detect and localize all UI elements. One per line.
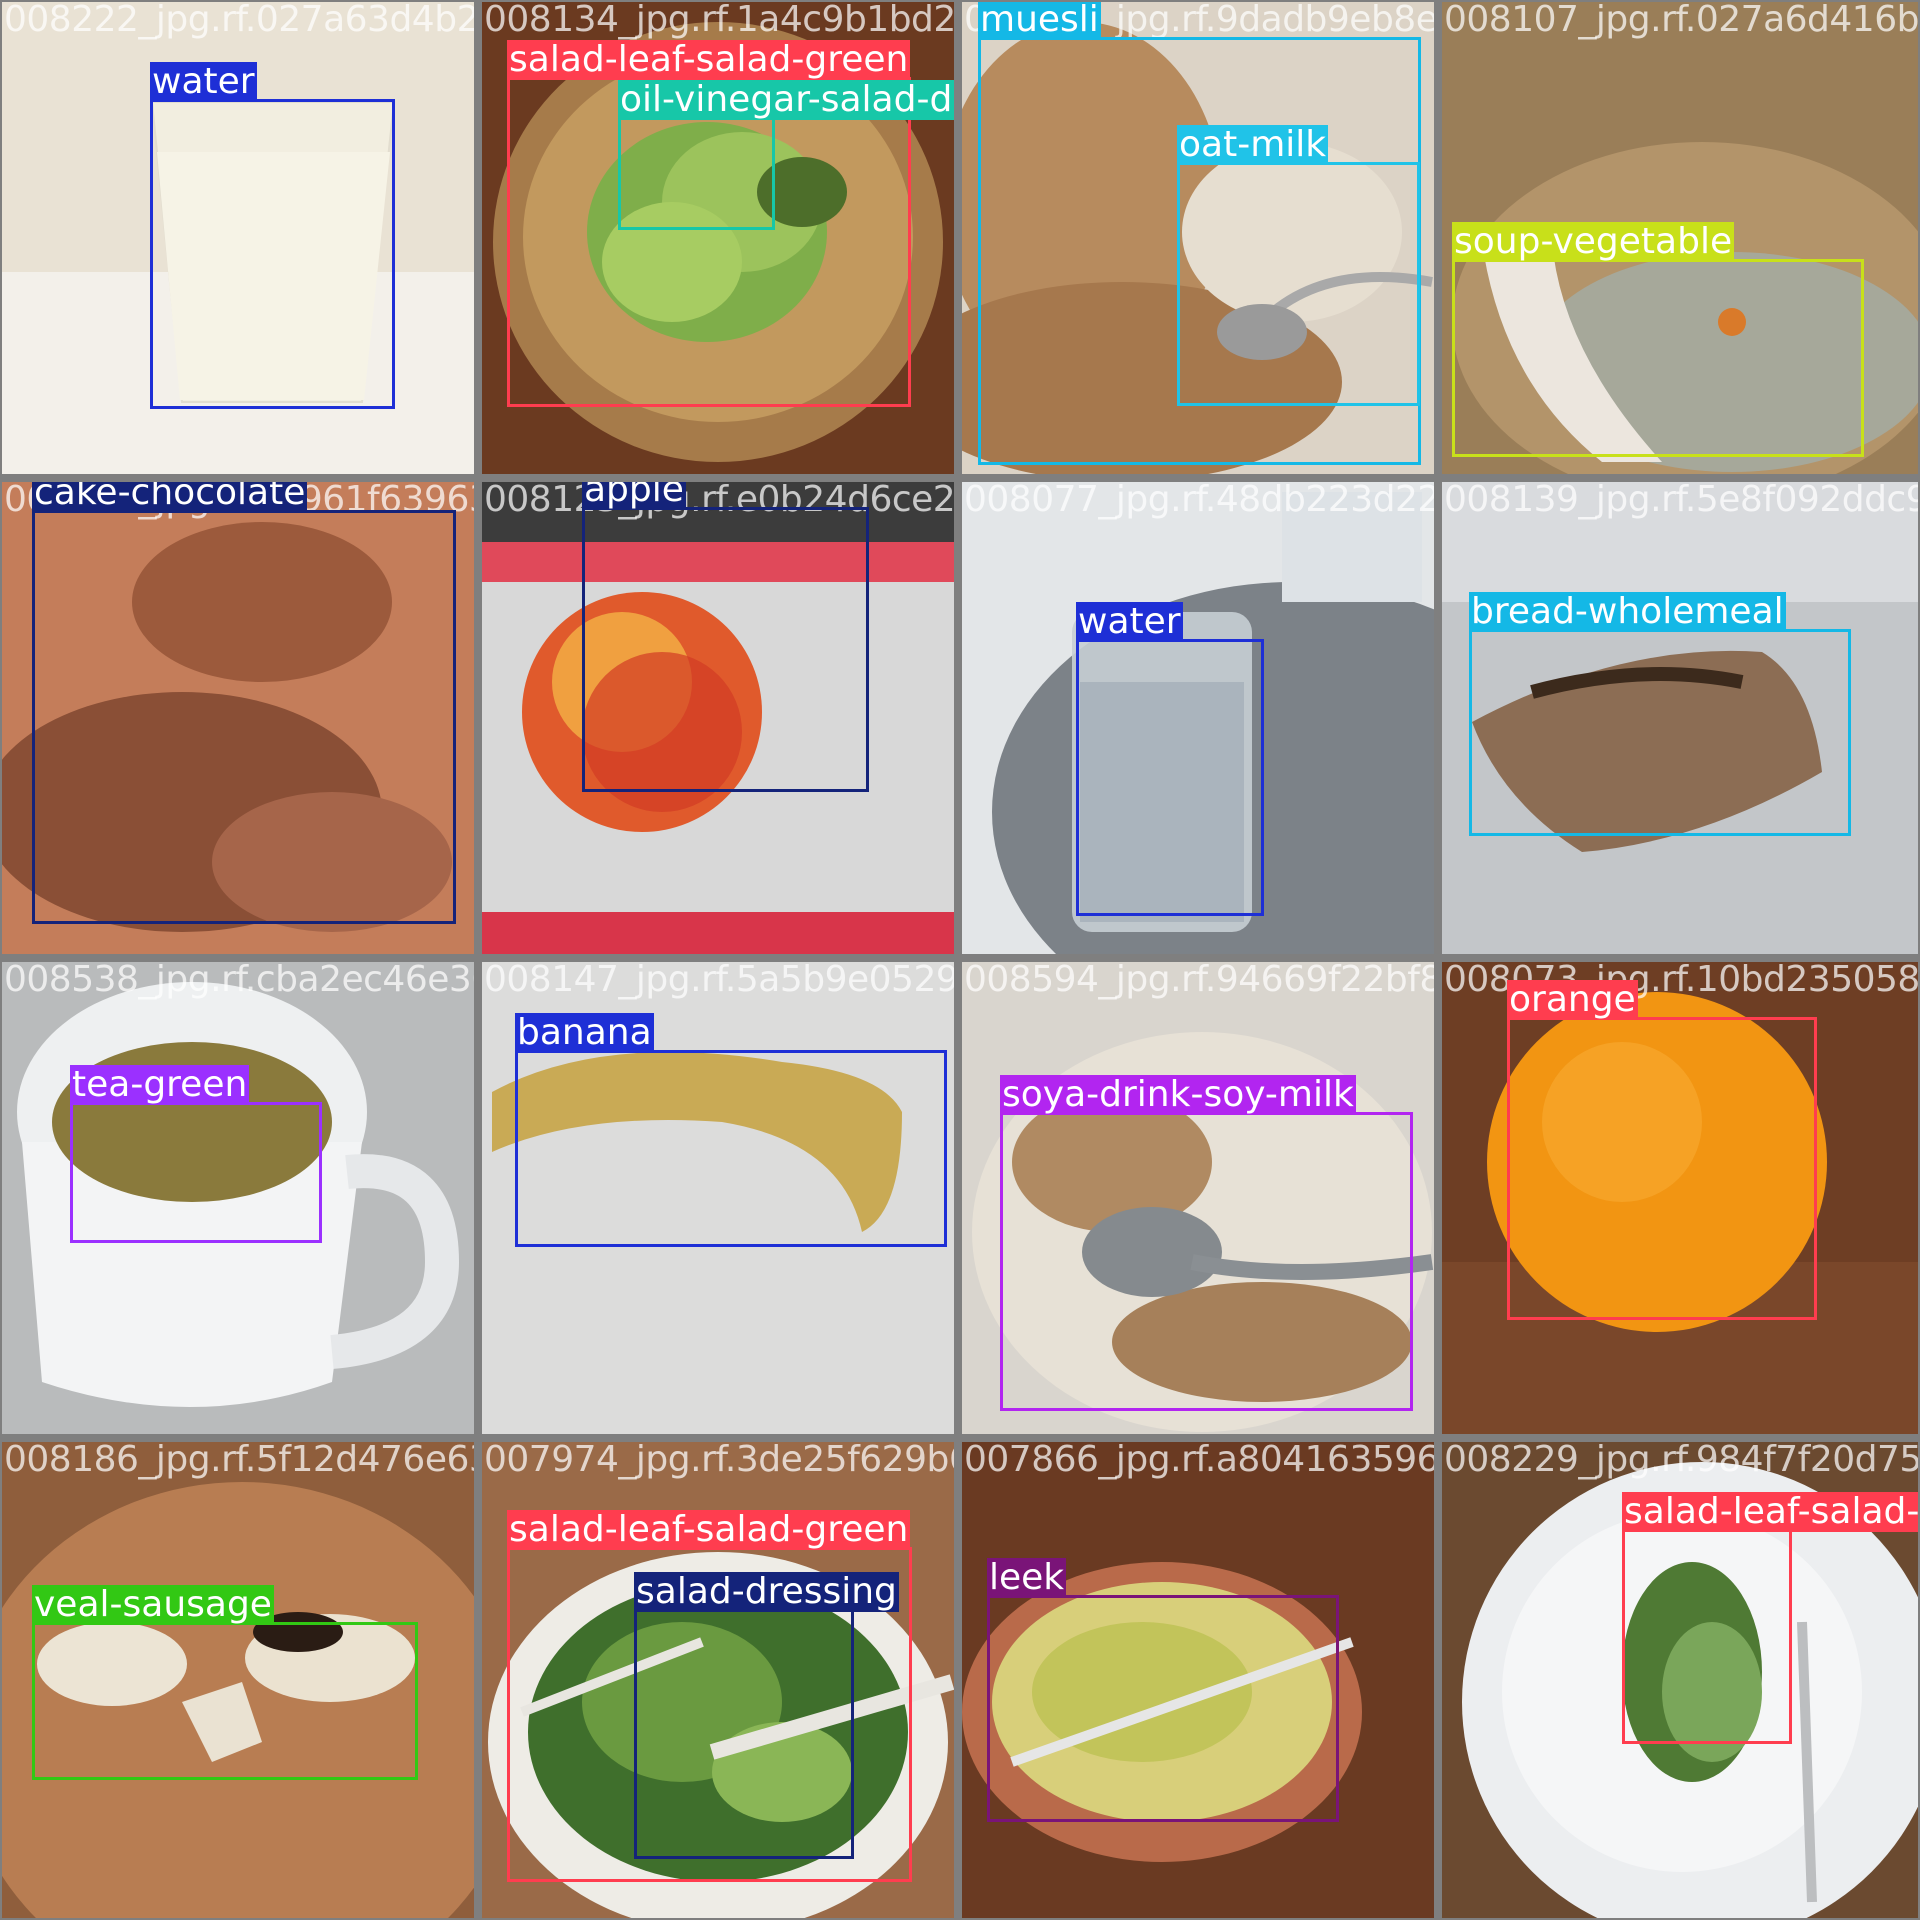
bbox-leek: leek xyxy=(987,1558,1339,1822)
bbox-label: tea-green xyxy=(70,1064,250,1105)
image-tile: 007974_jpg.rf.3de25f629b670 salad-leaf-s… xyxy=(482,1442,954,1918)
image-tile: 008139_jpg.rf.5e8f092ddc9ba15de0... brea… xyxy=(1442,482,1918,954)
image-tile: 008073_jpg.rf.10bd2350582 orange xyxy=(1442,962,1918,1434)
image-tile: 008077_jpg.rf.48db223d228da057395... wat… xyxy=(962,482,1434,954)
bbox-label: oat-milk xyxy=(1177,124,1329,165)
bbox-label: salad-dressing xyxy=(634,1571,899,1612)
bbox-dressing: oil-vinegar-salad-dressing xyxy=(618,80,954,230)
bbox-label: muesli xyxy=(978,2,1101,40)
bbox-label: banana xyxy=(515,1012,654,1053)
bbox-veal-sausage: veal-sausage xyxy=(32,1585,418,1780)
bbox-cake: cake-chocolate xyxy=(32,482,456,924)
bbox-apple: apple xyxy=(582,482,869,792)
bbox-label: cake-chocolate xyxy=(32,482,308,513)
image-tile: 008594_jpg.rf.94669f22bf823907 soya-drin… xyxy=(962,962,1434,1434)
bbox-soup: soup-vegetable xyxy=(1452,222,1864,457)
image-tile: 008538_jpg.rf.cba2ec46e365 tea-green xyxy=(2,962,474,1434)
bbox-label: oil-vinegar-salad-dressing xyxy=(618,80,954,120)
image-tile: 008229_jpg.rf.984f7f20d753eee salad-leaf… xyxy=(1442,1442,1918,1918)
bbox-label: orange xyxy=(1507,979,1638,1020)
bbox-label: apple xyxy=(582,482,686,510)
bbox-label: soya-drink-soy-milk xyxy=(1000,1074,1356,1115)
image-tile: 008117_jpg.rf.9dadb9eb8e132320f2a76c... … xyxy=(962,2,1434,474)
bbox-water: water xyxy=(150,62,395,409)
image-tile: 008010_jpg.rf.0a961f63963d008155... cake… xyxy=(2,482,474,954)
bbox-label: soup-vegetable xyxy=(1452,221,1735,262)
image-tile: 008107_jpg.rf.027a6d416b8bf5494796e6b9..… xyxy=(1442,2,1918,474)
bbox-label: salad-leaf-salad-green xyxy=(507,1509,911,1550)
bbox-label: salad-leaf-salad-green xyxy=(507,39,911,80)
bbox-orange: orange xyxy=(1507,980,1817,1320)
image-tile: 008186_jpg.rf.5f12d476e637 veal-sausage xyxy=(2,1442,474,1918)
bbox-label: veal-sausage xyxy=(32,1584,274,1625)
bbox-label: water xyxy=(1076,601,1183,642)
bbox-label: bread-wholemeal xyxy=(1469,591,1786,632)
bbox-banana: banana xyxy=(515,1013,947,1247)
bbox-soy-milk: soya-drink-soy-milk xyxy=(1000,1075,1413,1411)
image-tile: 007866_jpg.rf.a8041635962084 leek xyxy=(962,1442,1434,1918)
image-tile: 008125_jpg.rf.e0b24d6ce2519976e1... appl… xyxy=(482,482,954,954)
bbox-label: water xyxy=(150,61,257,102)
bbox-tea: tea-green xyxy=(70,1065,322,1243)
bbox-label: leek xyxy=(987,1557,1067,1598)
image-tile: 008147_jpg.rf.5a5b9e0529f40 banana xyxy=(482,962,954,1434)
mosaic-grid: 008222_jpg.rf.027a63d4b26808f5bb1ba4f1f2… xyxy=(0,0,1920,1920)
bbox-salad-leaf: salad-leaf-salad-green xyxy=(1622,1492,1918,1744)
bbox-oat-milk: oat-milk xyxy=(1177,125,1420,406)
bbox-water: water xyxy=(1076,602,1264,916)
image-tile: 008222_jpg.rf.027a63d4b26808f5bb1ba4f1f2… xyxy=(2,2,474,474)
bbox-salad-dressing: salad-dressing xyxy=(634,1572,899,1859)
bbox-bread: bread-wholemeal xyxy=(1469,592,1851,836)
bbox-label: salad-leaf-salad-green xyxy=(1622,1492,1918,1532)
image-tile: 008134_jpg.rf.1a4c9b1bd2c6f2cb9c8e3d06fd… xyxy=(482,2,954,474)
